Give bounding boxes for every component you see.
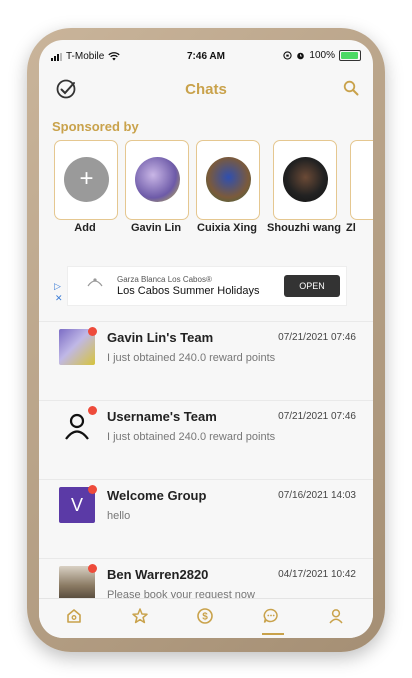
unread-badge — [88, 485, 97, 494]
home-icon — [67, 609, 81, 623]
alarm-icon — [297, 52, 305, 60]
ad-advertiser: Garza Blanca Los Cabos® — [117, 275, 212, 284]
sponsor-name: Gavin Lin — [130, 222, 182, 234]
chat-row[interactable]: Ben Warren2820 04/17/2021 10:42 Please b… — [39, 558, 373, 598]
unread-badge — [88, 327, 97, 336]
chat-name: Gavin Lin's Team — [107, 330, 214, 345]
avatar — [283, 157, 328, 202]
sponsor-name: Add — [74, 222, 96, 234]
chat-date: 07/21/2021 07:46 — [278, 332, 356, 343]
ad-headline: Los Cabos Summer Holidays — [117, 285, 260, 297]
avatar — [206, 157, 251, 202]
lock-rotation-icon — [283, 51, 293, 60]
ad-banner[interactable]: ▷ ✕ Garza Blanca Los Cabos® Los Cabos Su… — [54, 266, 347, 306]
profile-icon — [329, 609, 343, 624]
battery-percent: 100% — [309, 50, 335, 61]
page-title: Chats — [185, 81, 227, 98]
ad-close-icon[interactable]: ✕ — [55, 293, 63, 304]
chat-row[interactable]: Username's Team 07/21/2021 07:46 I just … — [39, 400, 373, 480]
chat-preview: I just obtained 240.0 reward points — [107, 431, 276, 443]
chat-name: Welcome Group — [107, 488, 207, 503]
ad-open-button[interactable]: OPEN — [284, 275, 340, 297]
chat-name: Username's Team — [107, 409, 217, 424]
battery-icon — [339, 50, 361, 61]
chat-row[interactable]: Gavin Lin's Team 07/21/2021 07:46 I just… — [39, 321, 373, 401]
advertiser-logo — [84, 276, 106, 296]
sponsor-name: Zl — [346, 222, 356, 234]
dollar-icon: $ — [197, 608, 213, 624]
header: Chats — [39, 72, 373, 106]
add-sponsor-card[interactable]: + — [54, 140, 118, 220]
chat-list[interactable]: Gavin Lin's Team 07/21/2021 07:46 I just… — [39, 321, 373, 598]
chat-row[interactable]: V Welcome Group 07/16/2021 14:03 hello — [39, 479, 373, 559]
svg-text:$: $ — [202, 612, 208, 623]
status-right: 100% — [283, 50, 361, 61]
tab-chats[interactable] — [262, 607, 286, 635]
chat-preview: I just obtained 240.0 reward points — [107, 352, 276, 364]
chat-preview: hello — [107, 510, 131, 522]
unread-badge — [88, 406, 97, 415]
chat-name: Ben Warren2820 — [107, 567, 209, 582]
active-tab-indicator — [262, 633, 284, 635]
sponsor-card-gavin-lin[interactable] — [125, 140, 189, 220]
sponsor-card-cuixia-xing[interactable] — [196, 140, 260, 220]
tab-bar: $ — [39, 598, 373, 638]
tab-rewards[interactable]: $ — [196, 607, 220, 631]
tab-profile[interactable] — [327, 607, 351, 631]
chat-icon — [263, 608, 278, 623]
status-bar: T-Mobile 7:46 AM 100% — [39, 48, 373, 68]
sponsored-carousel[interactable]: + Add Gavin Lin Cuixia Xing Shouzhi wang… — [54, 140, 373, 240]
tab-home[interactable] — [65, 607, 89, 631]
ad-choices-icon[interactable]: ▷ — [54, 281, 61, 292]
unread-badge — [88, 564, 97, 573]
sponsored-label: Sponsored by — [52, 119, 139, 134]
chat-preview: Please book your request now — [107, 589, 255, 598]
chat-date: 07/21/2021 07:46 — [278, 411, 356, 422]
add-icon: + — [64, 157, 109, 202]
chat-date: 07/16/2021 14:03 — [278, 490, 356, 501]
tab-favorites[interactable] — [131, 607, 155, 631]
avatar — [135, 157, 180, 202]
app-screen: T-Mobile 7:46 AM 100% Chats Sponsored by… — [39, 40, 373, 638]
search-icon[interactable] — [343, 80, 359, 101]
sponsor-name: Shouzhi wang — [267, 222, 341, 234]
sponsor-name: Cuixia Xing — [197, 222, 257, 234]
sponsor-card-partial[interactable] — [350, 140, 373, 220]
sponsor-card-shouzhi-wang[interactable] — [273, 140, 337, 220]
star-icon — [132, 608, 148, 624]
chat-date: 04/17/2021 10:42 — [278, 569, 356, 580]
